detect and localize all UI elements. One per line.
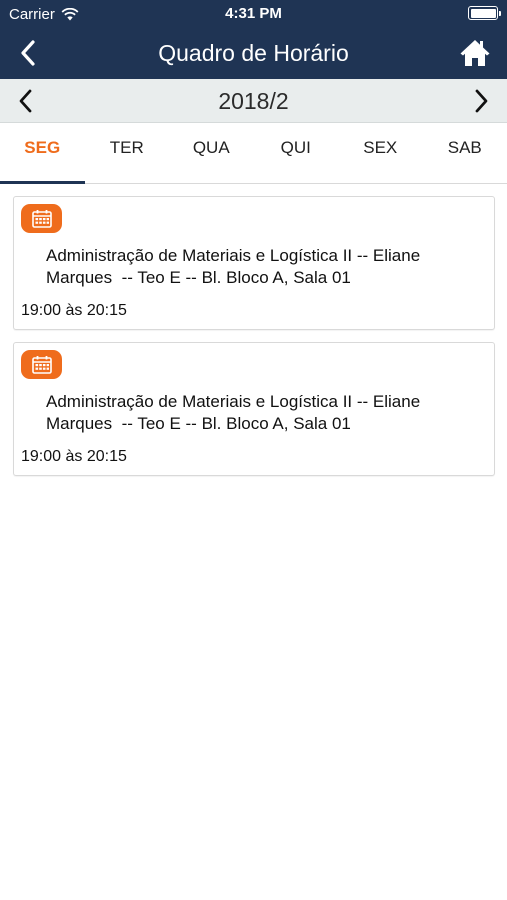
tab-sex[interactable]: SEX bbox=[338, 123, 423, 183]
top-bar: Carrier 4:31 PM Quadro de Horário bbox=[0, 0, 507, 79]
calendar-icon bbox=[31, 356, 52, 374]
home-icon[interactable] bbox=[459, 37, 491, 69]
class-time: 19:00 às 20:15 bbox=[21, 448, 127, 465]
battery-icon bbox=[468, 6, 501, 20]
period-label: 2018/2 bbox=[218, 88, 289, 114]
class-list: Administração de Materiais e Logística I… bbox=[13, 196, 495, 488]
tab-seg[interactable]: SEG bbox=[0, 123, 85, 184]
status-time: 4:31 PM bbox=[225, 5, 282, 22]
class-description: Administração de Materiais e Logística I… bbox=[46, 392, 425, 433]
class-time: 19:00 às 20:15 bbox=[21, 302, 127, 319]
tab-sab[interactable]: SAB bbox=[423, 123, 507, 183]
calendar-badge bbox=[21, 204, 62, 233]
calendar-icon bbox=[31, 210, 52, 228]
navigation-bar: Quadro de Horário bbox=[0, 28, 507, 79]
calendar-badge bbox=[21, 350, 62, 379]
class-card[interactable]: Administração de Materiais e Logística I… bbox=[13, 342, 495, 476]
class-card[interactable]: Administração de Materiais e Logística I… bbox=[13, 196, 495, 330]
status-bar: Carrier 4:31 PM bbox=[0, 0, 507, 28]
tab-qui[interactable]: QUI bbox=[254, 123, 339, 183]
tab-ter[interactable]: TER bbox=[85, 123, 170, 183]
page-title: Quadro de Horário bbox=[158, 40, 349, 66]
class-description: Administração de Materiais e Logística I… bbox=[46, 246, 425, 287]
next-period-icon[interactable] bbox=[469, 88, 493, 114]
period-selector: 2018/2 bbox=[0, 79, 507, 123]
tab-qua[interactable]: QUA bbox=[169, 123, 254, 183]
weekday-tabs: SEG TER QUA QUI SEX SAB bbox=[0, 123, 507, 184]
